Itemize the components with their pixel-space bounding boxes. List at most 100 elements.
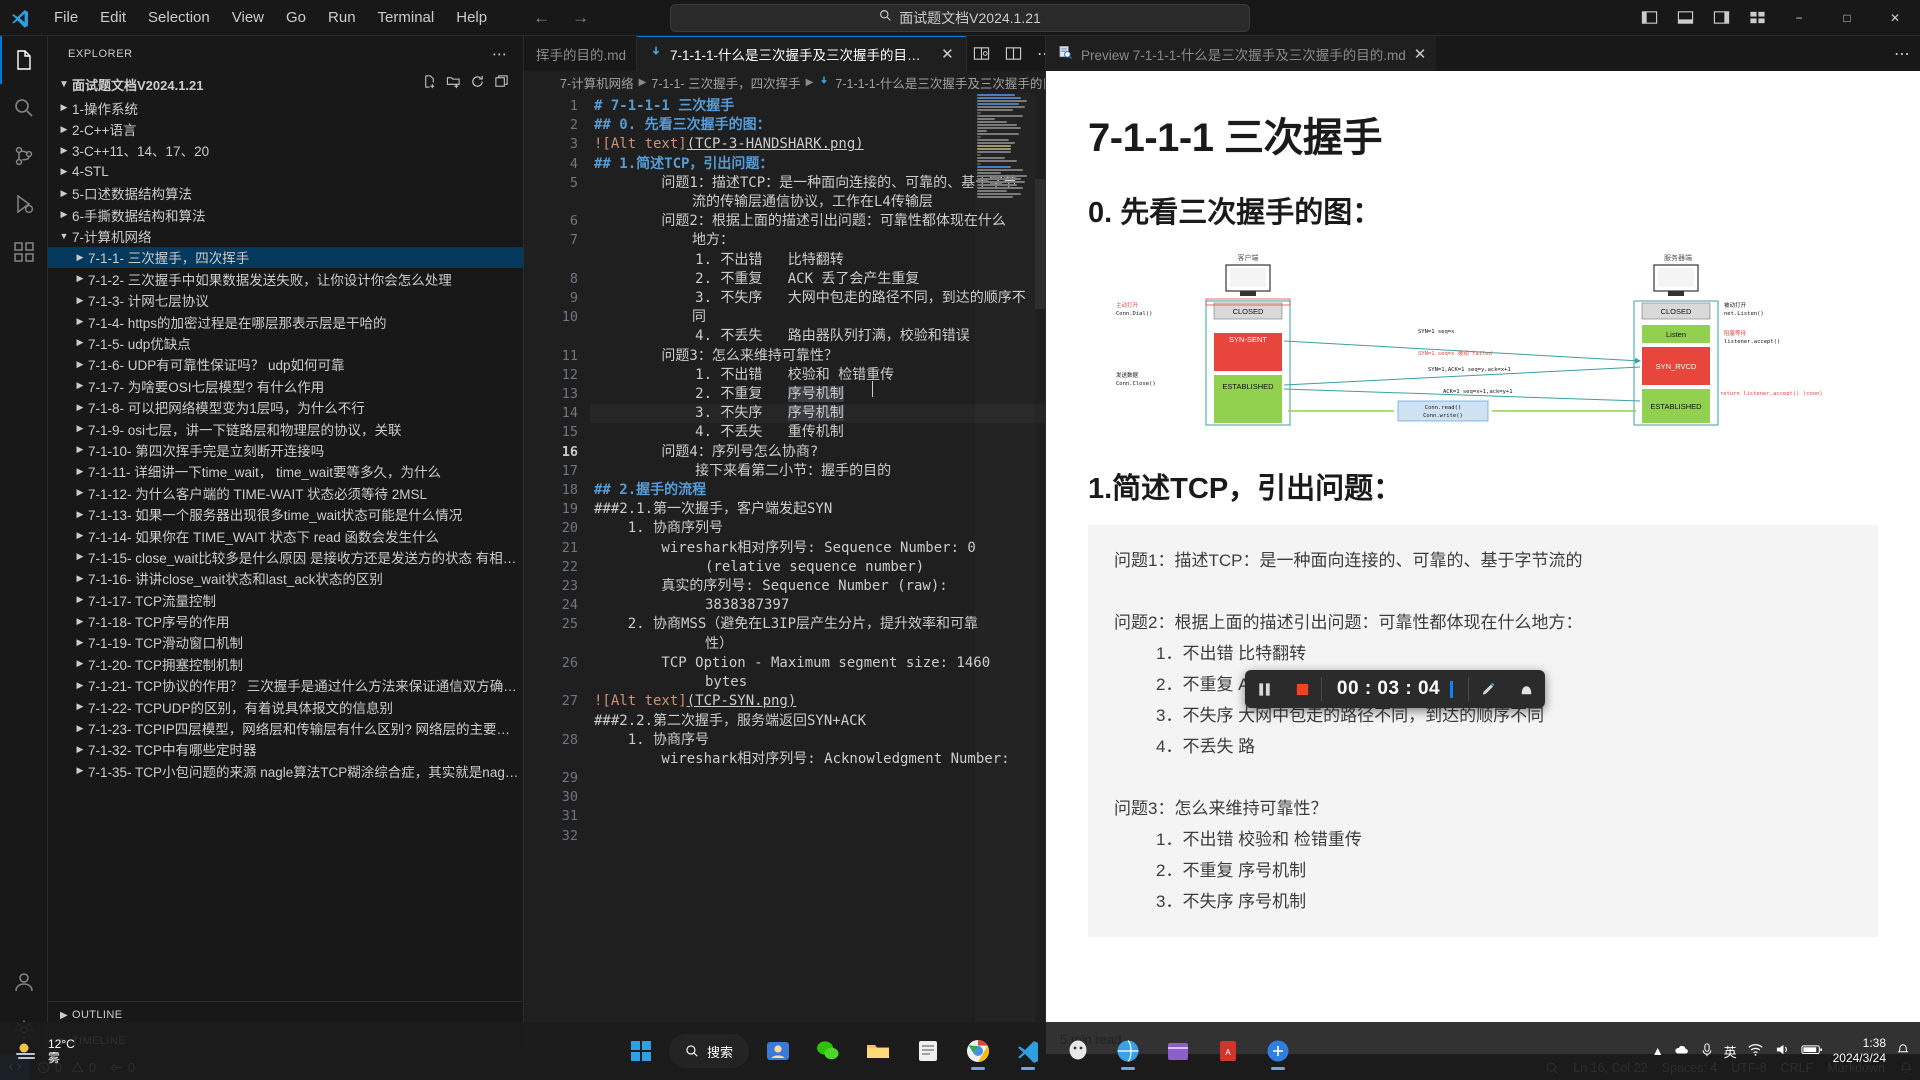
- tray-ime-icon[interactable]: 英: [1724, 1042, 1737, 1061]
- activity-source-control[interactable]: [0, 132, 48, 180]
- refresh-explorer-icon[interactable]: [470, 74, 485, 94]
- tree-folder[interactable]: ▶ 6-手撕数据结构和算法: [48, 204, 523, 225]
- explorer-more-actions-icon[interactable]: ⋯: [484, 45, 515, 63]
- annotate-pen-button[interactable]: [1469, 670, 1507, 708]
- editor-tab-inactive[interactable]: 挥手的目的.md: [524, 36, 638, 71]
- close-tab-icon[interactable]: ✕: [939, 45, 956, 63]
- customize-layout-icon[interactable]: [1740, 3, 1774, 33]
- menu-help[interactable]: Help: [446, 5, 497, 30]
- minimize-button[interactable]: −: [1776, 0, 1822, 36]
- tray-onedrive-icon[interactable]: [1674, 1042, 1690, 1061]
- breadcrumb-item-2[interactable]: 7-1-1-1-什么是三次握手及三次握手的目的.md: [835, 73, 1045, 92]
- tree-item[interactable]: ▶ 7-1-14- 如果你在 TIME_WAIT 状态下 read 函数会发生什么: [48, 525, 523, 546]
- tree-item[interactable]: ▶ 7-1-22- TCPUDP的区别，有着说具体报文的信息别: [48, 696, 523, 717]
- taskbar-search-box[interactable]: 搜索: [668, 1034, 750, 1068]
- tree-item[interactable]: ▶ 7-1-20- TCP拥塞控制机制: [48, 653, 523, 674]
- screen-recorder-toolbar[interactable]: 00 : 03 : 04: [1245, 670, 1545, 708]
- eraser-button[interactable]: [1507, 670, 1545, 708]
- tree-folder-expanded[interactable]: ▼ 7-计算机网络: [48, 225, 523, 246]
- tree-item-selected[interactable]: ▶ 7-1-1- 三次握手，四次挥手: [48, 246, 523, 269]
- tree-item[interactable]: ▶ 7-1-18- TCP序号的作用: [48, 610, 523, 631]
- menu-file[interactable]: File: [44, 5, 88, 30]
- pause-recording-button[interactable]: [1245, 670, 1283, 708]
- tree-folder[interactable]: ▶ 5-口述数据结构算法: [48, 183, 523, 204]
- file-tree[interactable]: ▶ 1-操作系统 ▶ 2-C++语言 ▶ 3-C++11、14、17、20 ▶ 4-ST…: [48, 97, 523, 1001]
- tree-item[interactable]: ▶ 7-1-32- TCP中有哪些定时器: [48, 739, 523, 760]
- tree-item[interactable]: ▶ 7-1-17- TCP流量控制: [48, 589, 523, 610]
- taskbar-app-store[interactable]: [1157, 1030, 1199, 1072]
- toggle-panel-icon[interactable]: [1668, 3, 1702, 33]
- tree-item[interactable]: ▶ 7-1-19- TCP滑动窗口机制: [48, 632, 523, 653]
- scrollbar-thumb[interactable]: [1035, 179, 1045, 309]
- taskbar-app-browser[interactable]: [1107, 1030, 1149, 1072]
- tree-folder[interactable]: ▶ 4-STL: [48, 161, 523, 182]
- split-editor-icon[interactable]: [999, 40, 1027, 68]
- taskbar-clock[interactable]: 1:38 2024/3/24: [1833, 1036, 1886, 1066]
- editor-tab-active[interactable]: 7-1-1-1-什么是三次握手及三次握手的目的.md ✕: [637, 36, 968, 71]
- taskbar-app-extra[interactable]: [1257, 1030, 1299, 1072]
- taskbar-app-chrome[interactable]: [957, 1030, 999, 1072]
- maximize-button[interactable]: □: [1824, 0, 1870, 36]
- preview-tab[interactable]: Preview 7-1-1-1-什么是三次握手及三次握手的目的.md ✕: [1046, 36, 1437, 71]
- tray-microphone-icon[interactable]: [1700, 1042, 1714, 1061]
- taskbar-app-wechat[interactable]: [807, 1030, 849, 1072]
- tree-folder[interactable]: ▶ 1-操作系统: [48, 97, 523, 118]
- start-button[interactable]: [621, 1031, 661, 1071]
- editor-scrollbar[interactable]: [1035, 93, 1045, 1054]
- close-preview-tab-icon[interactable]: ✕: [1414, 45, 1427, 63]
- tray-wifi-icon[interactable]: [1747, 1042, 1764, 1060]
- breadcrumb-item-0[interactable]: 7-计算机网络: [560, 73, 634, 92]
- tree-item[interactable]: ▶ 7-1-4- https的加密过程是在哪层那表示层是干哈的: [48, 311, 523, 332]
- breadcrumb[interactable]: 7-计算机网络 ▶ 7-1-1- 三次握手，四次挥手 ▶ 7-1-1-1-什么是…: [524, 71, 1045, 93]
- activity-search[interactable]: [0, 84, 48, 132]
- activity-extensions[interactable]: [0, 228, 48, 276]
- menu-view[interactable]: View: [222, 5, 274, 30]
- toggle-secondary-sidebar-icon[interactable]: [1704, 3, 1738, 33]
- breadcrumb-item-1[interactable]: 7-1-1- 三次握手，四次挥手: [651, 73, 800, 92]
- taskbar-app-contact[interactable]: [757, 1030, 799, 1072]
- tree-item[interactable]: ▶ 7-1-12- 为什么客户端的 TIME-WAIT 状态必须等待 2MSL: [48, 482, 523, 503]
- toggle-primary-sidebar-icon[interactable]: [1632, 3, 1666, 33]
- preview-more-actions-icon[interactable]: ⋯: [1894, 44, 1910, 64]
- tree-item[interactable]: ▶ 7-1-21- TCP协议的作用？ 三次握手是通过什么方法来保证通信双方确认的…: [48, 675, 523, 696]
- open-preview-to-side-icon[interactable]: [967, 40, 995, 68]
- tree-item[interactable]: ▶ 7-1-6- UDP有可靠性保证吗？ udp如何可靠: [48, 354, 523, 375]
- command-center[interactable]: 面试题文档V2024.1.21: [670, 4, 1250, 32]
- notification-center-icon[interactable]: [1896, 1043, 1910, 1060]
- menu-run[interactable]: Run: [318, 5, 366, 30]
- menu-go[interactable]: Go: [276, 5, 316, 30]
- tree-item[interactable]: ▶ 7-1-35- TCP小包问题的来源 nagle算法TCP糊涂综合症，其实就是…: [48, 760, 523, 781]
- tree-item[interactable]: ▶ 7-1-10- 第四次挥手完是立刻断开连接吗: [48, 439, 523, 460]
- menu-selection[interactable]: Selection: [138, 5, 220, 30]
- tree-item[interactable]: ▶ 7-1-13- 如果一个服务器出现很多time_wait状态可能是什么情况: [48, 503, 523, 524]
- taskbar-app-pdf[interactable]: A: [1207, 1030, 1249, 1072]
- activity-accounts[interactable]: [0, 958, 48, 1006]
- preview-content[interactable]: 7-1-1-1 三次握手 0. 先看三次握手的图： 客户端 服务器端 CLOSE…: [1046, 71, 1920, 1024]
- close-window-button[interactable]: ✕: [1872, 0, 1918, 36]
- menu-edit[interactable]: Edit: [90, 5, 136, 30]
- taskbar-app-notes[interactable]: [907, 1030, 949, 1072]
- taskbar-app-vscode[interactable]: [1007, 1030, 1049, 1072]
- tree-item[interactable]: ▶ 7-1-11- 详细讲一下time_wait， time_wait要等多久，为…: [48, 461, 523, 482]
- minimap[interactable]: [975, 93, 1035, 1054]
- tree-item[interactable]: ▶ 7-1-2- 三次握手中如果数据发送失败，让你设计你会怎么处理: [48, 268, 523, 289]
- activity-explorer[interactable]: [0, 36, 48, 84]
- code-editor[interactable]: 1 2 3 4 5 6 7 8 9 10 11 12 13 14 15 16 1…: [524, 93, 1045, 1054]
- tray-battery-icon[interactable]: [1801, 1043, 1823, 1059]
- collapse-folders-icon[interactable]: [494, 74, 509, 94]
- code-content[interactable]: # 7-1-1-1 三次握手 ## 0. 先看三次握手的图： ![Alt tex…: [590, 93, 1045, 1054]
- tree-item[interactable]: ▶ 7-1-8- 可以把网络模型变为1层吗，为什么不行: [48, 396, 523, 417]
- taskbar-weather-widget[interactable]: 12°C 雾: [0, 1037, 75, 1065]
- go-forward-icon[interactable]: →: [572, 8, 589, 28]
- workspace-folder-row[interactable]: ▼ 面试题文档V2024.1.21: [48, 71, 523, 97]
- activity-run-debug[interactable]: [0, 180, 48, 228]
- tree-item[interactable]: ▶ 7-1-5- udp优缺点: [48, 332, 523, 353]
- tree-item[interactable]: ▶ 7-1-16- 讲讲close_wait状态和last_ack状态的区别: [48, 568, 523, 589]
- tree-folder[interactable]: ▶ 2-C++语言: [48, 118, 523, 139]
- tree-item[interactable]: ▶ 7-1-15- close_wait比较多是什么原因 是接收方还是发送方的状态…: [48, 546, 523, 567]
- tree-item[interactable]: ▶ 7-1-3- 计网七层协议: [48, 290, 523, 311]
- new-folder-icon[interactable]: [446, 74, 461, 94]
- stop-recording-button[interactable]: [1283, 670, 1321, 708]
- tree-item[interactable]: ▶ 7-1-7- 为啥要OSI七层模型? 有什么作用: [48, 375, 523, 396]
- tray-volume-icon[interactable]: [1774, 1042, 1791, 1060]
